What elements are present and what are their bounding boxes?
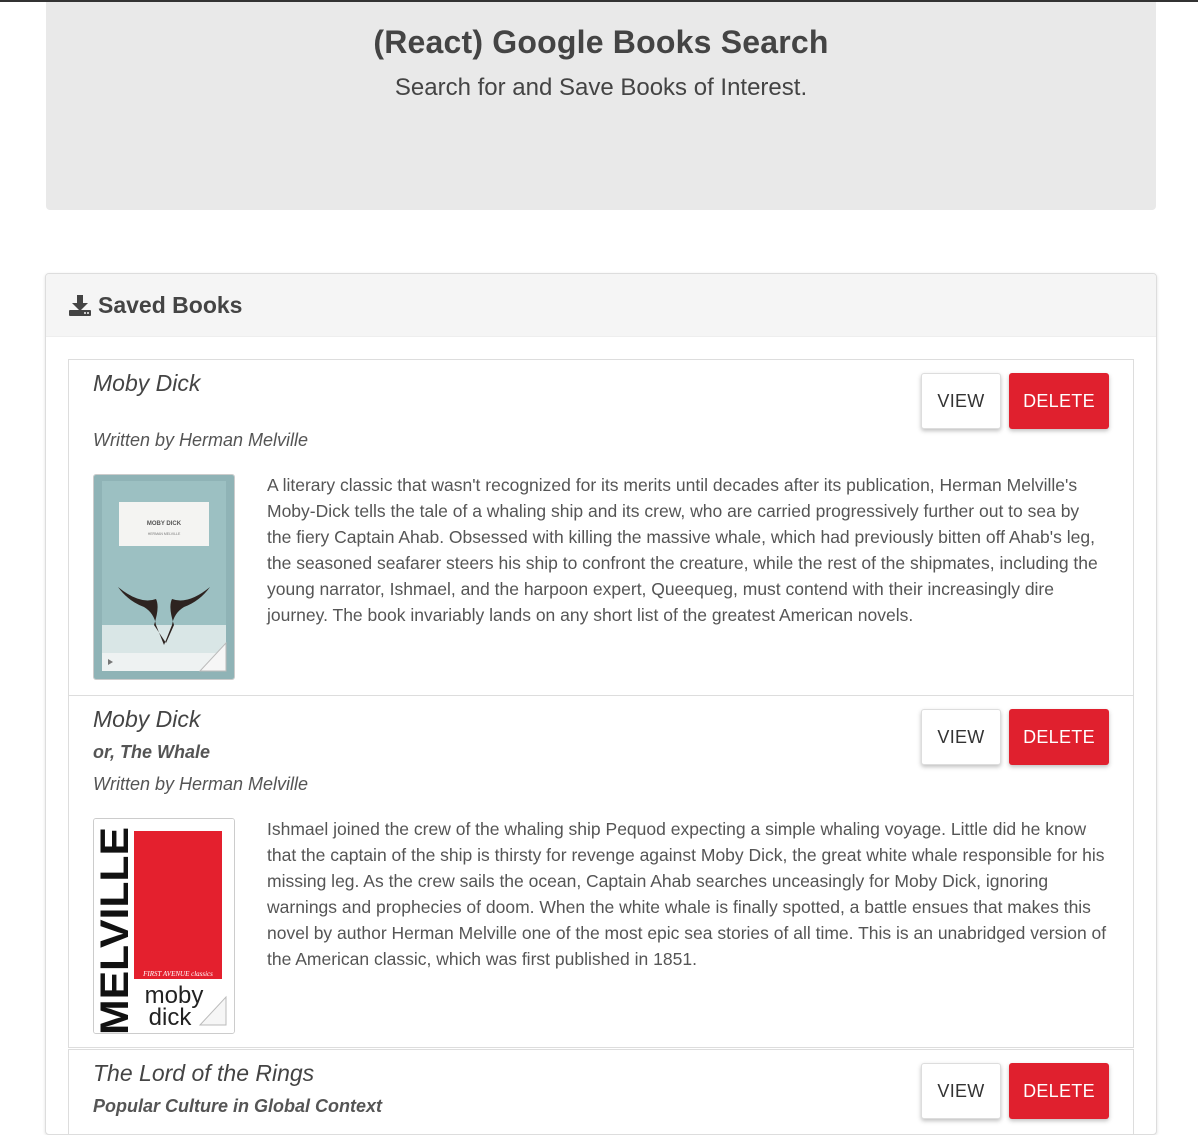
delete-button[interactable]: DELETE [1009, 373, 1109, 429]
delete-button[interactable]: DELETE [1009, 1063, 1109, 1119]
view-button[interactable]: VIEW [921, 1063, 1001, 1119]
book-cover-image: MOBY DICK HERMAN MELVILLE [93, 474, 235, 680]
book-author: Written by Herman Melville [93, 774, 309, 794]
app-subtitle: Search for and Save Books of Interest. [394, 74, 808, 101]
delete-button[interactable]: DELETE [1009, 709, 1109, 765]
book-subtitle: Popular Culture in Global Context [93, 1096, 383, 1116]
cover-author-text: HERMAN MELVILLE [148, 532, 181, 536]
download-icon [68, 293, 92, 317]
cover-title-text: MOBY DICK [147, 521, 182, 527]
cover-word-dick: dick [149, 1004, 193, 1031]
app-title: (React) Google Books Search [373, 24, 829, 60]
saved-books-card: Saved Books Moby Dick Written by Herman … [45, 273, 1157, 1135]
book-description: Ishmael joined the crew of the whaling s… [267, 819, 1107, 969]
book-title: Moby Dick [93, 706, 201, 732]
cover-spine-text: MELVILLE [94, 827, 137, 1033]
saved-books-heading: Saved Books [98, 291, 243, 318]
book-title: Moby Dick [93, 370, 201, 396]
cover-series-text: FIRST AVENUE classics [142, 970, 213, 978]
jumbotron-header: (React) Google Books Search Search for a… [46, 2, 1156, 210]
book-cover-image: MELVILLE FIRST AVENUE classics moby dick [93, 818, 235, 1034]
book-title: The Lord of the Rings [93, 1060, 315, 1086]
card-header: Saved Books [46, 274, 1156, 337]
book-subtitle: or, The Whale [93, 742, 211, 762]
view-button[interactable]: VIEW [921, 709, 1001, 765]
book-author: Written by Herman Melville [93, 430, 309, 450]
book-item: Moby Dick or, The Whale Written by Herma… [68, 695, 1134, 1048]
book-description: A literary classic that wasn't recognize… [267, 475, 1098, 625]
book-item: Moby Dick Written by Herman Melville VIE… [68, 359, 1134, 696]
view-button[interactable]: VIEW [921, 373, 1001, 429]
book-item: The Lord of the Rings Popular Culture in… [68, 1049, 1134, 1134]
